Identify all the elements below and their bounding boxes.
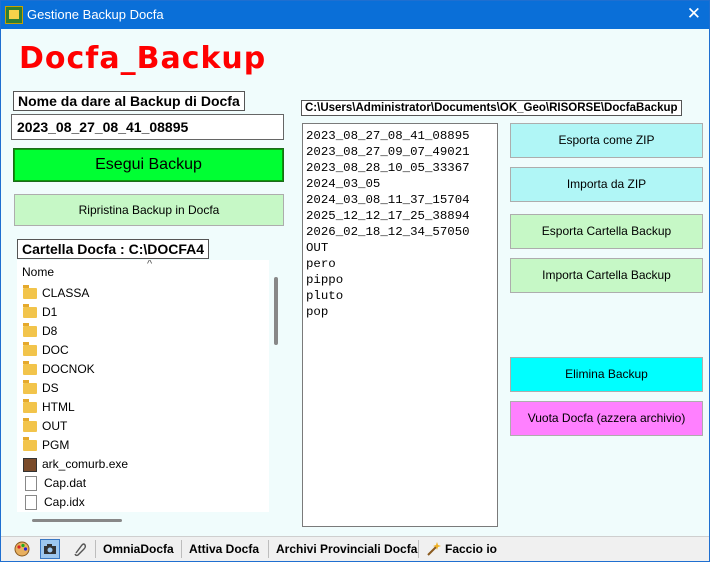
brand-title: Docfa_Backup [19, 41, 267, 76]
folder-icon [23, 437, 37, 451]
list-item[interactable]: 2026_02_18_12_34_57050 [306, 224, 494, 240]
app-icon [5, 6, 23, 24]
file-item[interactable]: D8 [23, 322, 128, 341]
list-item[interactable]: 2024_03_05 [306, 176, 494, 192]
vertical-scrollbar[interactable] [274, 277, 278, 345]
esporta-cartella-button[interactable]: Esporta Cartella Backup [510, 214, 703, 249]
folder-icon [23, 304, 37, 318]
importa-zip-button[interactable]: Importa da ZIP [510, 167, 703, 202]
file-icon [25, 495, 37, 510]
separator [95, 540, 96, 558]
folder-icon [23, 418, 37, 432]
file-icon [25, 476, 37, 491]
list-item[interactable]: 2023_08_28_10_05_33367 [306, 160, 494, 176]
file-item[interactable]: D1 [23, 303, 128, 322]
archive-exe-icon [23, 457, 37, 472]
folder-icon [23, 361, 37, 375]
omniadocfa-button[interactable]: OmniaDocfa [103, 542, 174, 556]
file-item[interactable]: Cap.idx [23, 493, 128, 512]
file-item[interactable]: DOC [23, 341, 128, 360]
separator [418, 540, 419, 558]
sort-up-icon: ^ [147, 260, 153, 270]
folder-icon [23, 323, 37, 337]
list-item[interactable]: 2023_08_27_08_41_08895 [306, 128, 494, 144]
window-title: Gestione Backup Docfa [27, 7, 164, 22]
main-window: Gestione Backup Docfa ✕ Docfa_Backup Nom… [0, 0, 710, 562]
vuota-docfa-button[interactable]: Vuota Docfa (azzera archivio) [510, 401, 703, 436]
docfa-folder-browser[interactable]: Nome ^ CLASSA D1 D8 DOC DOCNOK DS HTML O… [17, 260, 269, 512]
magic-wand-icon [425, 541, 441, 557]
archivi-provinciali-button[interactable]: Archivi Provinciali Docfa [276, 542, 417, 556]
faccio-io-button[interactable]: Faccio io [445, 542, 497, 556]
list-item[interactable]: pippo [306, 272, 494, 288]
palette-icon[interactable] [14, 541, 30, 557]
file-item[interactable]: HTML [23, 398, 128, 417]
list-item[interactable]: pero [306, 256, 494, 272]
folder-icon [23, 380, 37, 394]
file-item[interactable]: DS [23, 379, 128, 398]
file-item[interactable]: DOCNOK [23, 360, 128, 379]
camera-icon[interactable] [40, 539, 60, 559]
attiva-docfa-button[interactable]: Attiva Docfa [189, 542, 259, 556]
file-item[interactable]: CLASSA [23, 284, 128, 303]
elimina-backup-button[interactable]: Elimina Backup [510, 357, 703, 392]
file-item[interactable]: ark_comurb.exe [23, 455, 128, 474]
esporta-zip-button[interactable]: Esporta come ZIP [510, 123, 703, 158]
separator [268, 540, 269, 558]
backup-list[interactable]: 2023_08_27_08_41_08895 2023_08_27_09_07_… [302, 123, 498, 527]
file-item[interactable]: PGM [23, 436, 128, 455]
title-bar: Gestione Backup Docfa ✕ [1, 1, 709, 29]
horizontal-scrollbar[interactable] [32, 519, 122, 522]
folder-icon [23, 285, 37, 299]
backup-name-label: Nome da dare al Backup di Docfa [13, 91, 245, 111]
importa-cartella-button[interactable]: Importa Cartella Backup [510, 258, 703, 293]
list-item[interactable]: 2023_08_27_09_07_49021 [306, 144, 494, 160]
list-item[interactable]: 2024_03_08_11_37_15704 [306, 192, 494, 208]
close-icon[interactable]: ✕ [687, 4, 701, 24]
list-item[interactable]: pluto [306, 288, 494, 304]
file-item[interactable]: OUT [23, 417, 128, 436]
list-item[interactable]: 2025_12_12_17_25_38894 [306, 208, 494, 224]
ripristina-backup-button[interactable]: Ripristina Backup in Docfa [14, 194, 284, 226]
list-item[interactable]: OUT [306, 240, 494, 256]
backup-path-label: C:\Users\Administrator\Documents\OK_Geo\… [301, 100, 682, 116]
folder-icon [23, 399, 37, 413]
docfa-folder-label: Cartella Docfa : C:\DOCFA4 [17, 239, 210, 259]
separator [181, 540, 182, 558]
esegui-backup-button[interactable]: Esegui Backup [13, 148, 284, 182]
list-item[interactable]: pop [306, 304, 494, 320]
status-bar: OmniaDocfa Attiva Docfa Archivi Provinci… [1, 536, 709, 561]
backup-name-input[interactable]: 2023_08_27_08_41_08895 [11, 114, 284, 140]
column-header-nome[interactable]: Nome [22, 265, 54, 279]
paperclip-icon[interactable] [71, 541, 87, 557]
file-item[interactable]: Cap.dat [23, 474, 128, 493]
folder-icon [23, 342, 37, 356]
